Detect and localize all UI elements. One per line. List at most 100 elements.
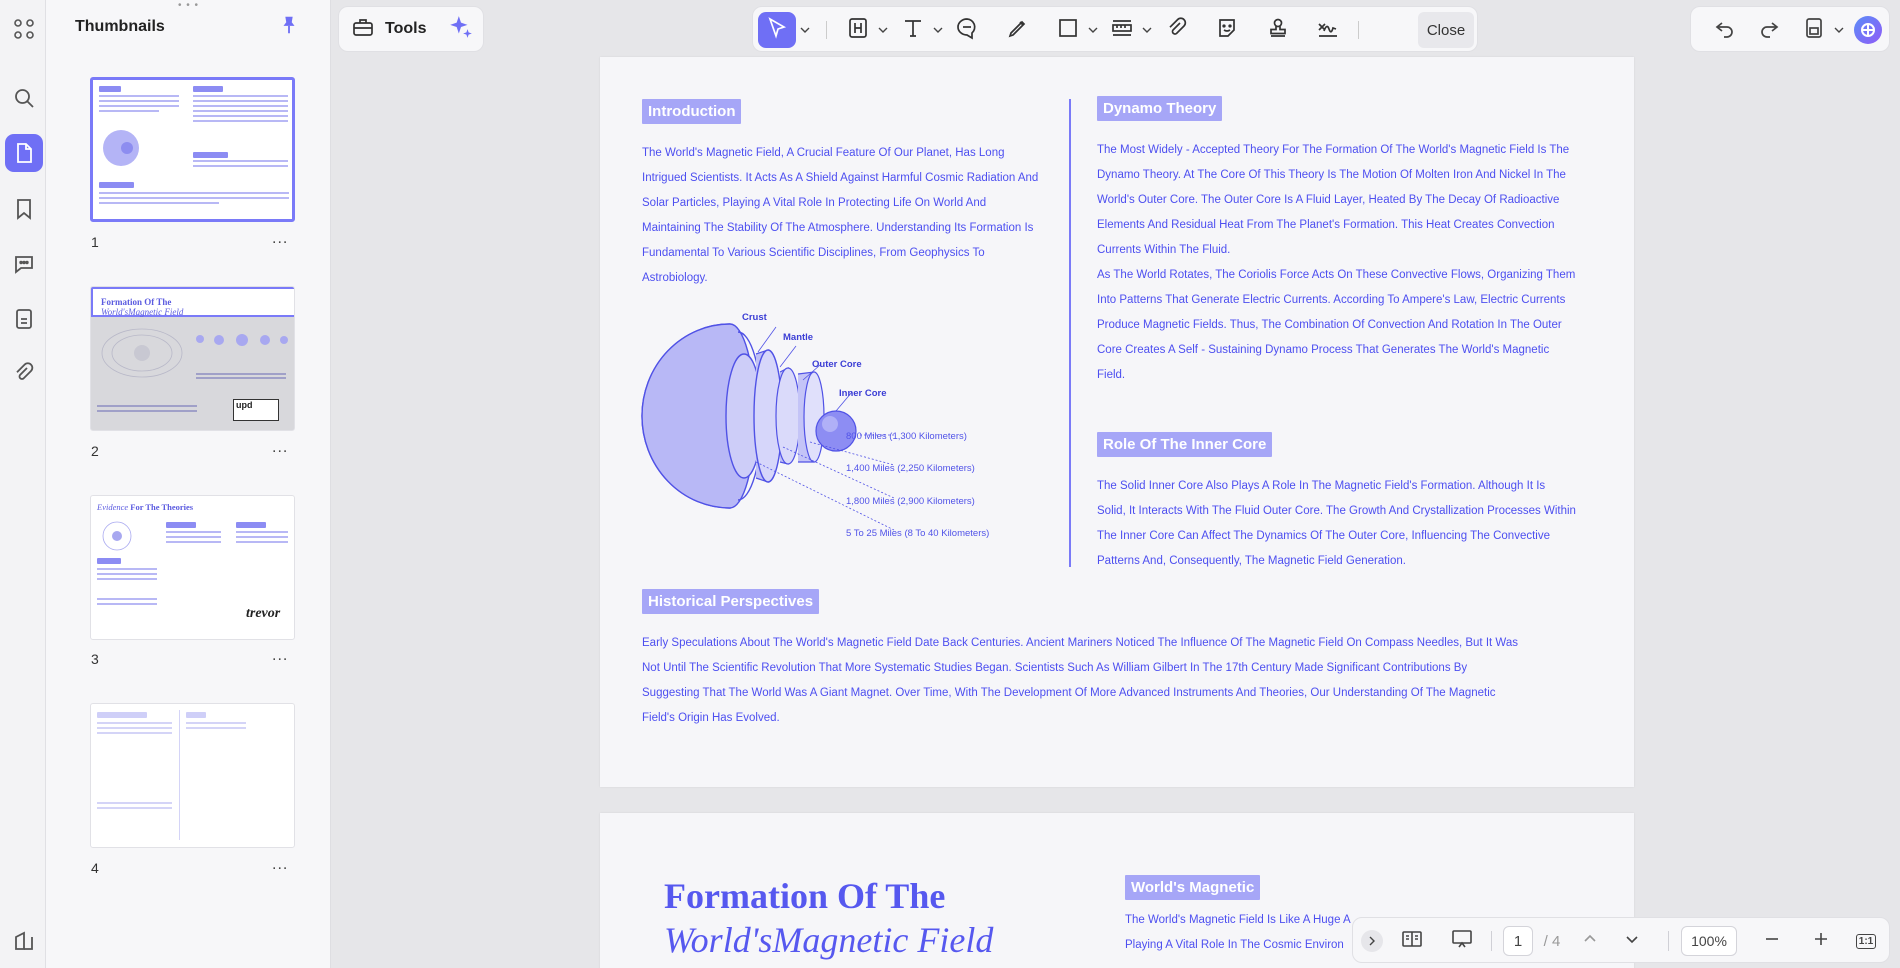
introduction-text: The World's Magnetic Field, A Crucial Fe… <box>642 147 1039 284</box>
historical-text: Early Speculations About The World's Mag… <box>642 637 1518 724</box>
current-page-input[interactable]: 1 <box>1503 926 1533 956</box>
layers-icon[interactable] <box>5 922 43 960</box>
redo-icon <box>1757 16 1781 45</box>
divider <box>1668 931 1669 951</box>
presentation-icon <box>1450 927 1474 955</box>
chevron-down-icon[interactable] <box>933 25 943 35</box>
presentation-button[interactable] <box>1447 926 1477 956</box>
search-icon[interactable] <box>5 79 43 117</box>
toolbox-icon[interactable] <box>351 15 375 44</box>
ai-sparkle-icon[interactable] <box>448 14 474 45</box>
page-thumbnail-1[interactable] <box>90 77 295 222</box>
bookmark-icon[interactable] <box>5 190 43 228</box>
page2-text-line1: The World's Magnetic Field Is Like A Hug… <box>1125 914 1351 926</box>
chevron-down-icon <box>1624 931 1640 951</box>
signature-tool-button[interactable] <box>1311 12 1345 48</box>
thumb-number-2: 2 <box>91 443 99 459</box>
ai-assistant-button[interactable] <box>1851 12 1885 48</box>
history-save-group <box>1690 6 1890 52</box>
section-heading-inner-core: Role Of The Inner Core <box>1097 432 1273 457</box>
text-t-icon <box>901 16 925 45</box>
close-button[interactable]: Close <box>1418 12 1474 48</box>
zoom-level-input[interactable]: 100% <box>1681 926 1737 956</box>
actual-size-label: 1:1 <box>1855 933 1877 949</box>
plus-icon <box>1813 931 1829 951</box>
chevron-down-icon[interactable] <box>1142 25 1152 35</box>
thumb-more-1[interactable]: ... <box>272 230 288 248</box>
chevron-down-icon[interactable] <box>878 25 888 35</box>
thumb2-title-1: Formation Of The <box>101 297 172 307</box>
page-layout-button[interactable] <box>1397 926 1427 956</box>
shape-tool-button[interactable] <box>1051 12 1085 48</box>
page-thumbnail-4[interactable] <box>90 703 295 848</box>
dynamo-theory-text-2: As The World Rotates, The Coriolis Force… <box>1097 269 1576 381</box>
divider <box>1491 931 1492 951</box>
drag-grip[interactable]: • • • <box>178 0 199 11</box>
document-page-1: Introduction The World's Magnetic Field,… <box>600 57 1634 787</box>
thumb2-logo: upd <box>233 399 279 421</box>
chevron-down-icon[interactable] <box>800 25 810 35</box>
annotation-toolbar: Close <box>752 6 1478 52</box>
undo-button[interactable] <box>1708 12 1742 48</box>
highlight-h-icon <box>846 16 870 45</box>
thumbnails-icon[interactable] <box>5 134 43 172</box>
zoom-out-button[interactable] <box>1759 926 1785 956</box>
thumb-more-4[interactable]: ... <box>272 856 288 874</box>
redo-button[interactable] <box>1752 12 1786 48</box>
save-icon <box>1802 16 1826 45</box>
inner-core-text: The Solid Inner Core Also Plays A Role I… <box>1097 480 1576 567</box>
tools-button[interactable]: Tools <box>385 20 426 38</box>
section-heading-introduction: Introduction <box>642 99 742 124</box>
measure-tool-button[interactable] <box>1105 12 1139 48</box>
paperclip-icon <box>1165 16 1189 45</box>
chevron-down-icon[interactable] <box>1088 25 1098 35</box>
expand-chevron-icon[interactable] <box>1361 930 1383 952</box>
pin-icon[interactable] <box>278 14 300 36</box>
select-tool-button[interactable] <box>758 12 796 48</box>
page2-title-line1: Formation Of The <box>664 876 946 916</box>
section-heading-worlds-magnetic: World's Magnetic <box>1125 875 1261 900</box>
page2-title-line2: World'sMagnetic Field <box>664 920 994 960</box>
comments-icon[interactable] <box>5 245 43 283</box>
comment-tool-button[interactable] <box>950 12 984 48</box>
dimension-label-3: 1,800 Miles (2,900 Kilometers) <box>846 496 975 507</box>
divider <box>1358 21 1359 39</box>
pencil-tool-button[interactable] <box>1001 12 1035 48</box>
ruler-icon <box>1110 16 1134 45</box>
previous-page-button[interactable] <box>1577 926 1603 956</box>
panel-title: Thumbnails <box>75 18 165 35</box>
stamp-icon <box>1266 16 1290 45</box>
form-fields-icon[interactable] <box>5 300 43 338</box>
stamp-tool-button[interactable] <box>1261 12 1295 48</box>
thumb-more-3[interactable]: ... <box>272 647 288 665</box>
section-heading-dynamo-theory: Dynamo Theory <box>1097 96 1223 121</box>
highlight-tool-button[interactable] <box>841 12 875 48</box>
actual-size-button[interactable]: 1:1 <box>1853 926 1879 956</box>
thumb-number-1: 1 <box>91 234 99 250</box>
sticker-icon <box>1215 16 1239 45</box>
left-rail <box>0 0 46 968</box>
dimension-label-1: 800 Miles (1,300 Kilometers) <box>846 431 967 442</box>
next-page-button[interactable] <box>1619 926 1645 956</box>
sticker-tool-button[interactable] <box>1210 12 1244 48</box>
ai-assistant-icon <box>1854 16 1882 44</box>
divider <box>826 21 827 39</box>
chevron-up-icon <box>1582 931 1598 951</box>
tools-group: Tools <box>338 6 484 52</box>
text-tool-button[interactable] <box>896 12 930 48</box>
section-heading-historical: Historical Perspectives <box>642 589 820 614</box>
dynamo-theory-text-1: The Most Widely - Accepted Theory For Th… <box>1097 144 1570 256</box>
chevron-down-icon[interactable] <box>1834 25 1844 35</box>
page-thumbnail-2[interactable]: Formation Of The World'sMagnetic Field u… <box>90 286 295 431</box>
attachment-icon[interactable] <box>5 354 43 392</box>
thumb-number-3: 3 <box>91 651 99 667</box>
thumb3-signature: trevor <box>246 606 281 621</box>
page-thumbnail-3[interactable]: Evidence For The Theories trevor <box>90 495 295 640</box>
attach-tool-button[interactable] <box>1160 12 1194 48</box>
save-button[interactable] <box>1797 12 1831 48</box>
zoom-in-button[interactable] <box>1808 926 1834 956</box>
square-icon <box>1056 16 1080 45</box>
apps-grid-icon[interactable] <box>5 10 43 48</box>
thumb-more-2[interactable]: ... <box>272 439 288 457</box>
column-divider <box>1069 99 1071 567</box>
